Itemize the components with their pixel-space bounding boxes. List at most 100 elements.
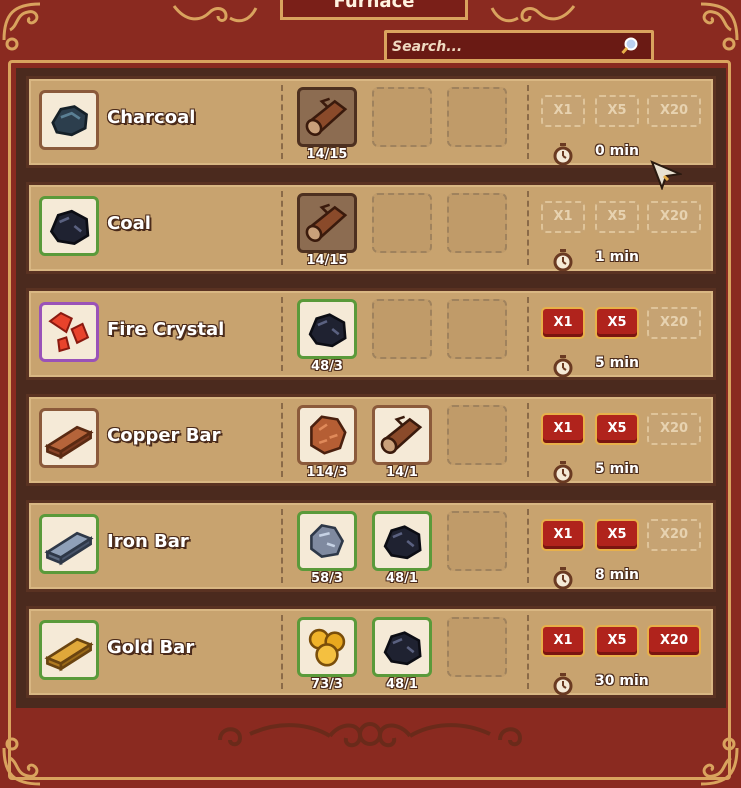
log-icon (300, 197, 354, 249)
ingredient-slot[interactable] (372, 405, 432, 465)
empty-slot (372, 193, 432, 253)
ingredient-slot[interactable] (372, 617, 432, 677)
ingredient-count: 14/15 (306, 253, 348, 268)
craft-x1-button[interactable]: X1 (541, 625, 585, 657)
empty-slot (447, 511, 507, 571)
craft-x1-button[interactable]: X1 (541, 201, 585, 233)
craft-x5-button[interactable]: X5 (595, 201, 639, 233)
ingredient-count: 14/1 (386, 465, 418, 480)
mouse-cursor-icon (650, 160, 682, 190)
coal-icon[interactable] (39, 196, 99, 256)
craft-x5-button[interactable]: X5 (595, 413, 639, 445)
craft-x1-button[interactable]: X1 (541, 95, 585, 127)
recipe-name: Charcoal (107, 107, 196, 128)
ingredient-slot[interactable] (297, 511, 357, 571)
scroll-ornament-icon (218, 722, 523, 748)
iron-bar-icon[interactable] (39, 514, 99, 574)
divider (281, 403, 283, 477)
craft-x1-button[interactable]: X1 (541, 519, 585, 551)
timer-icon (553, 567, 573, 590)
empty-slot (372, 299, 432, 359)
ingredient-slot[interactable] (297, 193, 357, 253)
furnace-window: Furnace Charcoal14/15X1X5X200 minCoal14/… (0, 0, 741, 788)
craft-x20-button[interactable]: X20 (647, 201, 701, 233)
window-title: Furnace (280, 0, 468, 20)
coal-icon (300, 303, 354, 355)
ingredient-slot[interactable] (297, 299, 357, 359)
divider (527, 509, 529, 583)
craft-x20-button[interactable]: X20 (647, 95, 701, 127)
empty-slot (372, 87, 432, 147)
craft-x1-button[interactable]: X1 (541, 307, 585, 339)
craft-x5-button[interactable]: X5 (595, 625, 639, 657)
empty-slot (447, 299, 507, 359)
ingredient-count: 48/3 (311, 359, 343, 374)
flourish-icon (172, 5, 258, 23)
recipe-row: Iron Bar 58/3 48/1 X1 X5 X20 8 min (26, 500, 716, 592)
ingredient-count: 114/3 (306, 465, 348, 480)
recipe-row: Coal 14/15 X1 X5 X20 1 min (26, 182, 716, 274)
ingredient-slot[interactable] (372, 511, 432, 571)
divider (527, 191, 529, 265)
ingredient-slot[interactable] (297, 405, 357, 465)
divider (281, 615, 283, 689)
divider (527, 85, 529, 159)
empty-slot (447, 193, 507, 253)
search-icon[interactable] (621, 37, 639, 55)
recipe-list: Charcoal 14/15 X1 X5 X20 0 min Coal 14/15 X1 X5 X2… (16, 68, 726, 708)
log-icon (375, 409, 429, 461)
search-input[interactable] (390, 34, 624, 60)
craft-time: 30 min (595, 673, 649, 689)
flourish-icon (490, 5, 576, 23)
log-icon (300, 91, 354, 143)
craft-time: 1 min (595, 249, 639, 265)
divider (281, 297, 283, 371)
coal-icon (375, 621, 429, 673)
ingredient-count: 48/1 (386, 677, 418, 692)
corner-ornament-icon (2, 737, 41, 786)
craft-x20-button[interactable]: X20 (647, 413, 701, 445)
craft-x5-button[interactable]: X5 (595, 307, 639, 339)
ingredient-count: 58/3 (311, 571, 343, 586)
search-bar (384, 30, 654, 62)
craft-x20-button[interactable]: X20 (647, 519, 701, 551)
empty-slot (447, 617, 507, 677)
craft-x5-button[interactable]: X5 (595, 519, 639, 551)
divider (527, 403, 529, 477)
corner-ornament-icon (700, 737, 739, 786)
craft-time: 0 min (595, 143, 639, 159)
divider (281, 85, 283, 159)
recipe-row: Copper Bar 114/3 14/1 X1 X5 X20 5 min (26, 394, 716, 486)
recipe-name: Coal (107, 213, 151, 234)
gold-ore-icon (300, 621, 354, 673)
copper-bar-icon[interactable] (39, 408, 99, 468)
craft-x20-button[interactable]: X20 (647, 625, 701, 657)
divider (281, 191, 283, 265)
timer-icon (553, 461, 573, 484)
recipe-name: Gold Bar (107, 637, 195, 658)
ingredient-count: 73/3 (311, 677, 343, 692)
divider (527, 615, 529, 689)
craft-x20-button[interactable]: X20 (647, 307, 701, 339)
craft-time: 5 min (595, 355, 639, 371)
empty-slot (447, 405, 507, 465)
coal-icon (375, 515, 429, 567)
ingredient-slot[interactable] (297, 87, 357, 147)
timer-icon (553, 249, 573, 272)
recipe-name: Copper Bar (107, 425, 221, 446)
recipe-name: Iron Bar (107, 531, 189, 552)
charcoal-icon[interactable] (39, 90, 99, 150)
craft-time: 5 min (595, 461, 639, 477)
recipe-row: Fire Crystal 48/3 X1 X5 X20 5 min (26, 288, 716, 380)
empty-slot (447, 87, 507, 147)
fire-crystal-icon[interactable] (39, 302, 99, 362)
recipe-row: Gold Bar 73/3 48/1 X1 X5 X20 30 min (26, 606, 716, 698)
gold-bar-icon[interactable] (39, 620, 99, 680)
timer-icon (553, 355, 573, 378)
recipe-name: Fire Crystal (107, 319, 225, 340)
craft-x5-button[interactable]: X5 (595, 95, 639, 127)
ingredient-count: 14/15 (306, 147, 348, 162)
timer-icon (553, 673, 573, 696)
craft-x1-button[interactable]: X1 (541, 413, 585, 445)
ingredient-slot[interactable] (297, 617, 357, 677)
